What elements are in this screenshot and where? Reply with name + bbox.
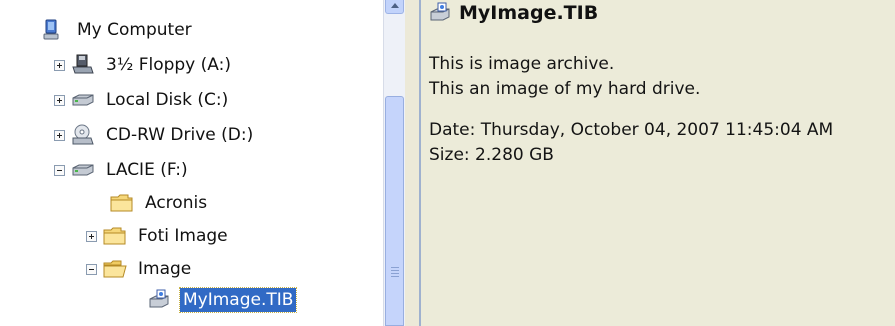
scroll-up-arrow-icon[interactable] bbox=[385, 0, 404, 14]
folder-open-icon bbox=[103, 258, 127, 280]
tree-item-label: CD-RW Drive (D:) bbox=[106, 125, 254, 145]
details-pane: MyImage.TIB This is image archive. This … bbox=[421, 0, 895, 326]
details-title: MyImage.TIB bbox=[429, 2, 598, 24]
cd-drive-icon bbox=[71, 124, 95, 146]
folder-tree[interactable]: My Computer 3½ Floppy (A:) Local Disk (C… bbox=[0, 0, 383, 326]
tree-item-myimage-tib[interactable]: MyImage.TIB bbox=[148, 286, 298, 314]
tree-item-foti-image[interactable]: Foti Image bbox=[86, 222, 231, 250]
tree-item-acronis[interactable]: Acronis bbox=[110, 189, 210, 217]
tree-item-image[interactable]: Image bbox=[86, 255, 194, 283]
floppy-drive-icon bbox=[71, 54, 95, 76]
tree-item-label: 3½ Floppy (A:) bbox=[106, 55, 231, 75]
details-size: Size: 2.280 GB bbox=[429, 145, 554, 165]
tree-item-label: My Computer bbox=[77, 20, 192, 40]
details-comment-line-1: This is image archive. bbox=[429, 54, 615, 74]
expand-plus-icon[interactable] bbox=[54, 59, 65, 71]
tree-item-label: Local Disk (C:) bbox=[106, 90, 229, 110]
vertical-scrollbar[interactable] bbox=[383, 0, 405, 326]
hard-disk-icon bbox=[71, 159, 95, 181]
details-comment-line-2: This an image of my hard drive. bbox=[429, 79, 701, 99]
tree-item-cd-drive[interactable]: CD-RW Drive (D:) bbox=[54, 121, 256, 149]
tree-item-floppy-drive[interactable]: 3½ Floppy (A:) bbox=[54, 51, 234, 79]
grip-line bbox=[391, 276, 399, 277]
scrollbar-thumb[interactable] bbox=[385, 96, 404, 326]
tree-item-my-computer[interactable]: My Computer bbox=[42, 16, 195, 44]
tree-item-local-disk[interactable]: Local Disk (C:) bbox=[54, 86, 231, 114]
tree-item-lacie-drive[interactable]: LACIE (F:) bbox=[54, 156, 191, 184]
folder-icon bbox=[103, 225, 127, 247]
tree-item-label: LACIE (F:) bbox=[106, 160, 188, 180]
grip-line bbox=[391, 273, 399, 274]
grip-line bbox=[391, 270, 399, 271]
expand-plus-icon[interactable] bbox=[54, 94, 65, 106]
tree-item-label: MyImage.TIB bbox=[178, 287, 298, 313]
expand-plus-icon[interactable] bbox=[86, 230, 97, 242]
tree-item-label: Foti Image bbox=[138, 226, 228, 246]
collapse-minus-icon[interactable] bbox=[86, 263, 97, 275]
pane-splitter[interactable] bbox=[405, 0, 420, 326]
details-date: Date: Thursday, October 04, 2007 11:45:0… bbox=[429, 120, 834, 140]
expand-plus-icon[interactable] bbox=[54, 129, 65, 141]
grip-line bbox=[391, 267, 399, 268]
hard-disk-icon bbox=[71, 89, 95, 111]
tree-item-label: Acronis bbox=[145, 193, 208, 213]
folder-icon bbox=[110, 192, 134, 214]
tree-item-label: Image bbox=[138, 259, 192, 279]
details-title-text: MyImage.TIB bbox=[459, 2, 599, 24]
collapse-minus-icon[interactable] bbox=[54, 164, 65, 176]
image-archive-icon bbox=[429, 2, 453, 24]
computer-icon bbox=[42, 19, 66, 41]
image-archive-icon bbox=[148, 289, 172, 311]
